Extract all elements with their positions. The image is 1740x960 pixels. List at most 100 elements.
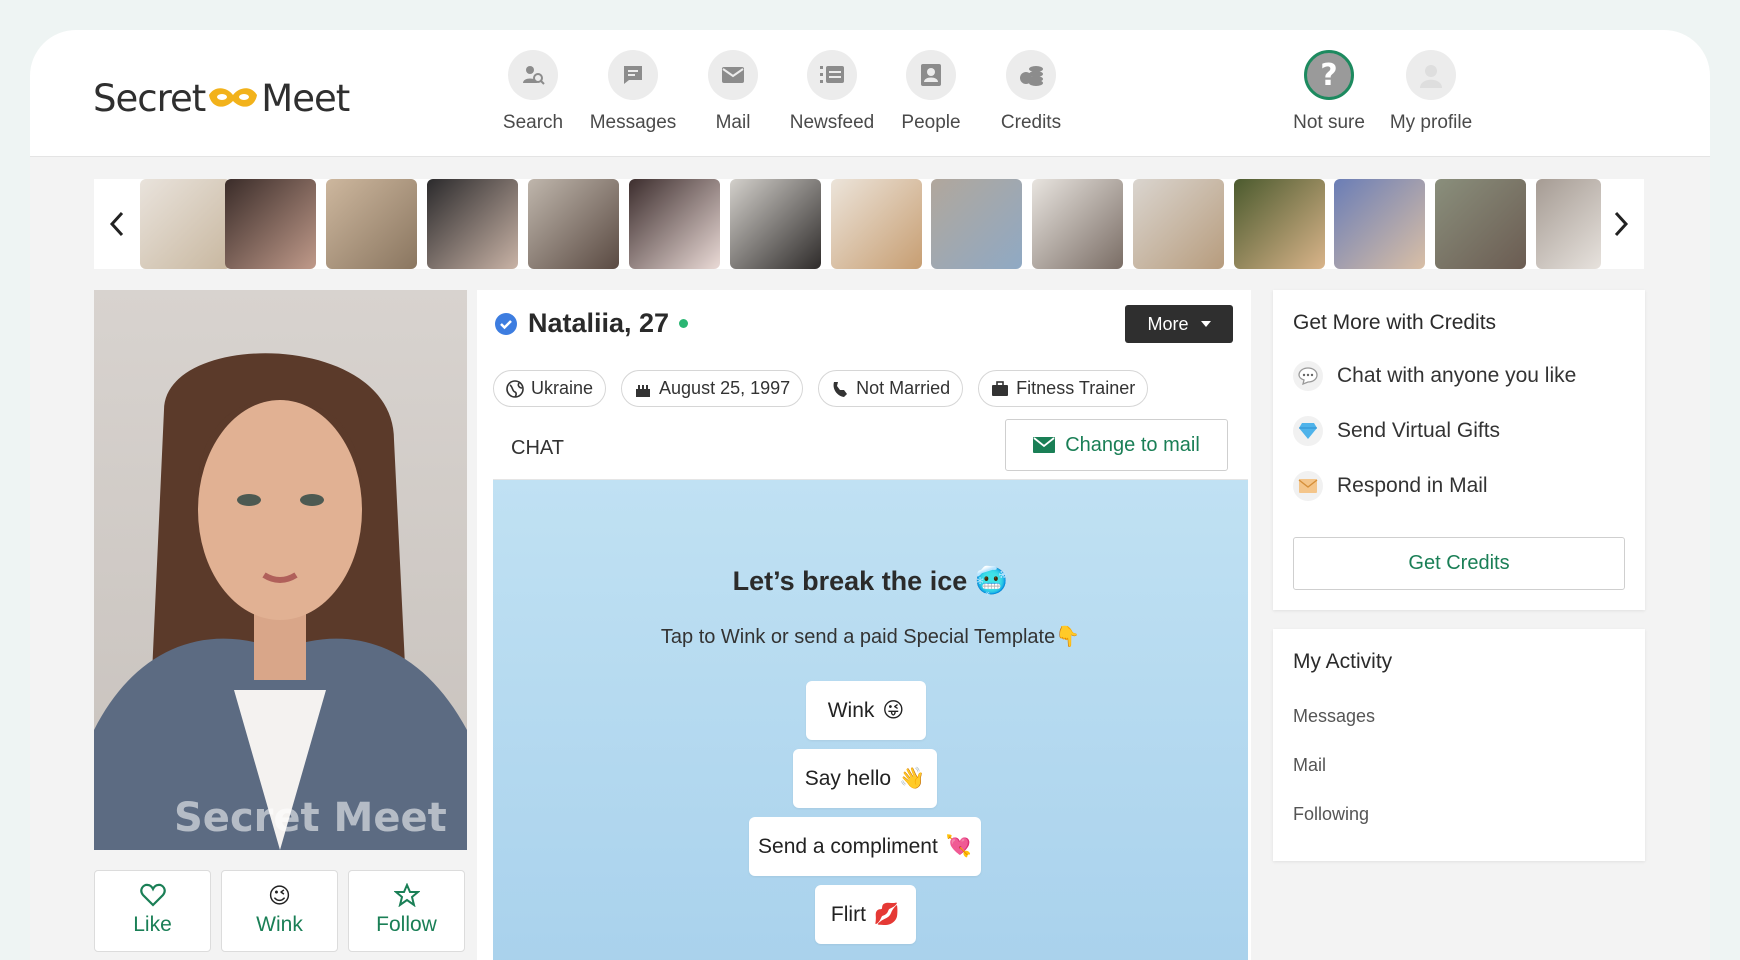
caret-down-icon (1200, 321, 1211, 327)
carousel-thumb[interactable] (730, 179, 821, 269)
search-user-icon (508, 50, 558, 100)
main-nav: Search Messages Mail Newsfeed People Cre… (30, 50, 1710, 150)
perk-mail-text: Respond in Mail (1337, 474, 1488, 497)
profile-carousel (94, 179, 1644, 269)
chat-title: CHAT (511, 437, 564, 459)
verified-badge-icon (495, 312, 517, 335)
carousel-thumb[interactable] (629, 179, 720, 269)
wink-emoji-icon: 😜 (882, 699, 905, 722)
heart-icon (95, 883, 210, 909)
profile-photo-illustration (94, 353, 467, 850)
coins-icon (1006, 50, 1056, 100)
like-button[interactable]: Like (94, 870, 211, 952)
credits-card: Get More with Credits Chat with anyone y… (1273, 290, 1645, 610)
nav-messages-label: Messages (589, 112, 677, 133)
get-credits-button[interactable]: Get Credits (1293, 537, 1625, 590)
wink-label: Wink (256, 913, 303, 936)
wink-emoji-icon: 😉 (268, 883, 291, 908)
activity-link-messages[interactable]: Messages (1293, 706, 1375, 727)
tag-marital-status-text: Not Married (856, 378, 951, 398)
chevron-left-icon (109, 211, 124, 237)
nav-people-label: People (901, 112, 961, 133)
carousel-thumb[interactable] (1334, 179, 1425, 269)
flirt-button[interactable]: Flirt 💋 (815, 885, 916, 944)
question-mark-icon: ? (1304, 50, 1354, 100)
photo-watermark: Secret Meet (174, 795, 447, 841)
carousel-thumb[interactable] (1234, 179, 1325, 269)
flirt-label: Flirt (830, 902, 866, 926)
tag-birthday-text: August 25, 1997 (659, 378, 791, 398)
send-compliment-label: Send a compliment (758, 834, 938, 858)
globe-icon (506, 379, 524, 398)
briefcase-icon (992, 380, 1009, 396)
carousel-thumb[interactable] (1133, 179, 1224, 269)
rings-icon (833, 381, 848, 397)
chat-dots-icon (1293, 361, 1323, 391)
activity-link-mail[interactable]: Mail (1293, 755, 1326, 776)
diamond-icon (1293, 416, 1323, 446)
change-to-mail-button[interactable]: Change to mail (1005, 419, 1228, 471)
chat-bubble-icon (608, 50, 658, 100)
nav-search-label: Search (502, 112, 564, 133)
carousel-thumb[interactable] (140, 179, 231, 269)
nav-my-profile[interactable]: My profile (1376, 50, 1486, 134)
tag-occupation: Fitness Trainer (978, 370, 1149, 407)
chat-area: Let’s break the ice 🥶 Tap to Wink or sen… (493, 480, 1248, 960)
waving-hand-icon: 👋 (899, 766, 926, 790)
carousel-thumb[interactable] (1435, 179, 1526, 269)
nav-credits-label: Credits (1000, 112, 1062, 133)
tag-occupation-text: Fitness Trainer (1016, 378, 1136, 398)
carousel-next-button[interactable] (1598, 179, 1644, 269)
say-hello-label: Say hello (804, 766, 892, 790)
chat-header: CHAT Change to mail (493, 414, 1248, 480)
wink-button[interactable]: 😉 Wink (221, 870, 338, 952)
profile-name-row: Nataliia, 27 (494, 308, 689, 339)
nav-newsfeed[interactable]: Newsfeed (777, 50, 887, 134)
online-status-dot (679, 319, 689, 328)
like-label: Like (133, 913, 172, 936)
nav-people[interactable]: People (876, 50, 986, 134)
ice-breaker-title: Let’s break the ice 🥶 (732, 566, 1009, 596)
heart-arrow-icon: 💘 (945, 834, 972, 858)
carousel-thumb[interactable] (225, 179, 316, 269)
nav-not-sure[interactable]: ? Not sure (1274, 50, 1384, 134)
carousel-thumb[interactable] (831, 179, 922, 269)
carousel-thumb[interactable] (427, 179, 518, 269)
say-hello-button[interactable]: Say hello 👋 (793, 749, 937, 808)
profile-main-panel: Nataliia, 27 More Ukraine August 25, 199… (477, 290, 1251, 960)
profile-photo[interactable]: Secret Meet (94, 290, 467, 850)
carousel-thumb[interactable] (1032, 179, 1123, 269)
more-label: More (1147, 313, 1189, 334)
carousel-thumb[interactable] (326, 179, 417, 269)
nav-mail[interactable]: Mail (678, 50, 788, 134)
nav-mail-label: Mail (715, 112, 751, 133)
birthday-cake-icon (636, 384, 651, 397)
follow-label: Follow (376, 913, 437, 936)
star-icon (349, 882, 464, 909)
top-navigation-bar: Secret Meet Search Messages Mail Newsfee… (30, 30, 1710, 157)
nav-not-sure-label: Not sure (1293, 112, 1365, 133)
tag-country: Ukraine (493, 370, 607, 407)
more-dropdown-button[interactable]: More (1125, 305, 1233, 343)
carousel-thumb[interactable] (931, 179, 1022, 269)
nav-messages[interactable]: Messages (578, 50, 688, 134)
envelope-icon (1033, 437, 1056, 453)
activity-link-following[interactable]: Following (1293, 804, 1369, 825)
chevron-right-icon (1614, 211, 1629, 237)
follow-button[interactable]: Follow (348, 870, 465, 952)
profile-name: Nataliia, 27 (528, 308, 670, 338)
nav-my-profile-label: My profile (1389, 112, 1473, 133)
ice-breaker-subtitle: Tap to Wink or send a paid Special Templ… (660, 626, 1081, 648)
wink-template-label: Wink (827, 698, 875, 722)
wink-template-button[interactable]: Wink 😜 (806, 681, 926, 740)
newsfeed-icon (807, 50, 857, 100)
nav-newsfeed-label: Newsfeed (789, 112, 875, 133)
perk-gifts-text: Send Virtual Gifts (1337, 419, 1501, 442)
send-compliment-button[interactable]: Send a compliment 💘 (749, 817, 981, 876)
envelope-icon (1293, 471, 1323, 501)
carousel-thumb[interactable] (1536, 179, 1601, 269)
carousel-thumb[interactable] (528, 179, 619, 269)
nav-credits[interactable]: Credits (976, 50, 1086, 134)
carousel-prev-button[interactable] (94, 179, 140, 269)
nav-search[interactable]: Search (478, 50, 588, 134)
